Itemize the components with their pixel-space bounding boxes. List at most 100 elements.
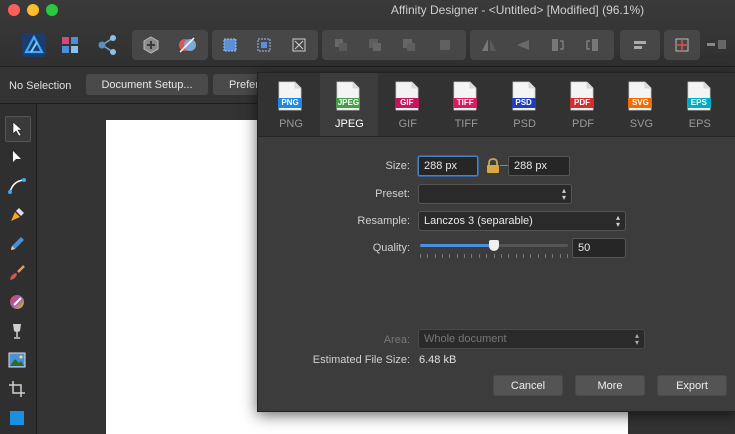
brush-tool-icon[interactable] (5, 261, 29, 285)
slider-tick (530, 254, 531, 258)
format-label: PDF (572, 118, 594, 130)
move-tool-icon[interactable] (5, 116, 31, 142)
designer-persona-icon[interactable] (22, 33, 46, 57)
export-persona-icon[interactable] (97, 34, 119, 56)
quality-slider[interactable] (420, 237, 568, 261)
minimize-window-button[interactable] (27, 4, 39, 16)
format-tab-jpeg[interactable]: JPEG JPEG (320, 73, 379, 136)
format-tab-tiff[interactable]: TIFF TIFF (437, 73, 495, 136)
tools-panel (0, 104, 37, 434)
format-label: SVG (629, 118, 653, 130)
view-mode-icon[interactable] (706, 38, 728, 52)
area-label: Area: (383, 334, 410, 346)
png-file-icon: PNG (278, 81, 302, 111)
slider-tick (494, 254, 495, 258)
pencil-tool-icon[interactable] (5, 232, 29, 256)
format-tab-gif[interactable]: GIF GIF (379, 73, 437, 136)
chevron-updown-icon: ▴ ▾ (615, 213, 620, 229)
rotate-right-icon[interactable] (578, 30, 608, 60)
place-image-icon[interactable] (5, 348, 29, 372)
format-badge: PNG (281, 98, 299, 107)
rectangle-tool-icon[interactable] (5, 406, 29, 430)
document-setup-button[interactable]: Document Setup... (86, 74, 208, 95)
arrange-forward-icon[interactable] (394, 30, 424, 60)
flip-vertical-icon[interactable] (508, 30, 538, 60)
format-label: EPS (688, 118, 711, 130)
slider-tick (479, 254, 480, 258)
psd-file-icon: PSD (511, 81, 536, 111)
resample-select[interactable]: Lanczos 3 (separable) ▴ ▾ (418, 211, 626, 231)
resample-label: Resample: (357, 215, 410, 227)
tiff-file-icon: TIFF (453, 81, 478, 111)
size-label: Size: (385, 160, 410, 172)
format-badge: PDF (574, 98, 590, 107)
export-width-field[interactable]: 288 px (418, 156, 478, 176)
rotate-left-icon[interactable] (542, 30, 572, 60)
jpeg-file-icon: JPEG (336, 81, 361, 111)
corner-tool-icon[interactable] (5, 174, 29, 198)
quality-value-field[interactable]: 50 (572, 238, 626, 258)
chevron-updown-icon: ▴ ▾ (561, 186, 566, 202)
close-window-button[interactable] (8, 4, 20, 16)
slider-tick (523, 254, 524, 258)
slider-tick (552, 254, 553, 258)
boolean-subtract-icon[interactable] (172, 30, 202, 60)
size-link-line (500, 165, 508, 166)
slider-tick (567, 254, 568, 258)
preset-select[interactable]: ▴ ▾ (418, 184, 572, 204)
gif-file-icon: GIF (394, 81, 419, 111)
area-select[interactable]: Whole document ▴ ▾ (418, 329, 645, 349)
arrange-back-icon[interactable] (326, 30, 356, 60)
format-tab-png[interactable]: PNG PNG (262, 73, 320, 136)
slider-tick (545, 254, 546, 258)
arrange-front-icon[interactable] (430, 30, 460, 60)
crop-tool-icon[interactable] (5, 377, 29, 401)
slider-tick (464, 254, 465, 258)
slider-tick (449, 254, 450, 258)
transparency-tool-icon[interactable] (5, 319, 29, 343)
export-button[interactable]: Export (657, 375, 727, 396)
pdf-file-icon: PDF (570, 81, 594, 111)
node-tool-icon[interactable] (5, 145, 29, 169)
slider-tick (516, 254, 517, 258)
file-size-value: 6.48 kB (419, 354, 457, 366)
pixel-persona-icon[interactable] (60, 35, 80, 55)
slider-tick (560, 254, 561, 258)
flip-horizontal-icon[interactable] (474, 30, 504, 60)
arrange-backward-icon[interactable] (360, 30, 390, 60)
corner-box-icon[interactable] (284, 30, 314, 60)
format-tab-pdf[interactable]: PDF PDF (554, 73, 612, 136)
quality-label: Quality: (372, 242, 410, 254)
snapping-icon[interactable] (667, 30, 697, 60)
quality-slider-thumb[interactable] (489, 240, 499, 251)
pen-tool-icon[interactable] (5, 203, 29, 227)
format-badge: SVG (631, 98, 649, 107)
format-tab-psd[interactable]: PSD PSD (496, 73, 554, 136)
file-size-label: Estimated File Size: (312, 354, 410, 366)
selection-status: No Selection (9, 80, 72, 92)
slider-tick (435, 254, 436, 258)
window-title: Affinity Designer - <Untitled> [Modified… (390, 3, 645, 17)
format-badge: JPEG (337, 98, 360, 107)
preset-label: Preset: (375, 188, 410, 200)
lock-aspect-icon[interactable] (485, 158, 501, 174)
transform-box-icon[interactable] (249, 30, 279, 60)
more-button[interactable]: More (575, 375, 645, 396)
format-badge: EPS (690, 98, 707, 107)
boolean-add-icon[interactable] (136, 30, 166, 60)
format-tab-svg[interactable]: SVG SVG (612, 73, 670, 136)
format-badge: GIF (400, 98, 414, 107)
format-badge: PSD (515, 98, 532, 107)
zoom-window-button[interactable] (46, 4, 58, 16)
slider-tick (508, 254, 509, 258)
export-height-field[interactable]: 288 px (508, 156, 570, 176)
insert-behind-icon[interactable] (625, 30, 655, 60)
eps-file-icon: EPS (686, 81, 711, 111)
chevron-updown-icon: ▴ ▾ (634, 331, 639, 347)
slider-tick (538, 254, 539, 258)
cancel-button[interactable]: Cancel (493, 375, 563, 396)
selection-box-icon[interactable] (215, 30, 245, 60)
slider-tick (471, 254, 472, 258)
fill-tool-icon[interactable] (5, 290, 29, 314)
format-tab-eps[interactable]: EPS EPS (671, 73, 729, 136)
